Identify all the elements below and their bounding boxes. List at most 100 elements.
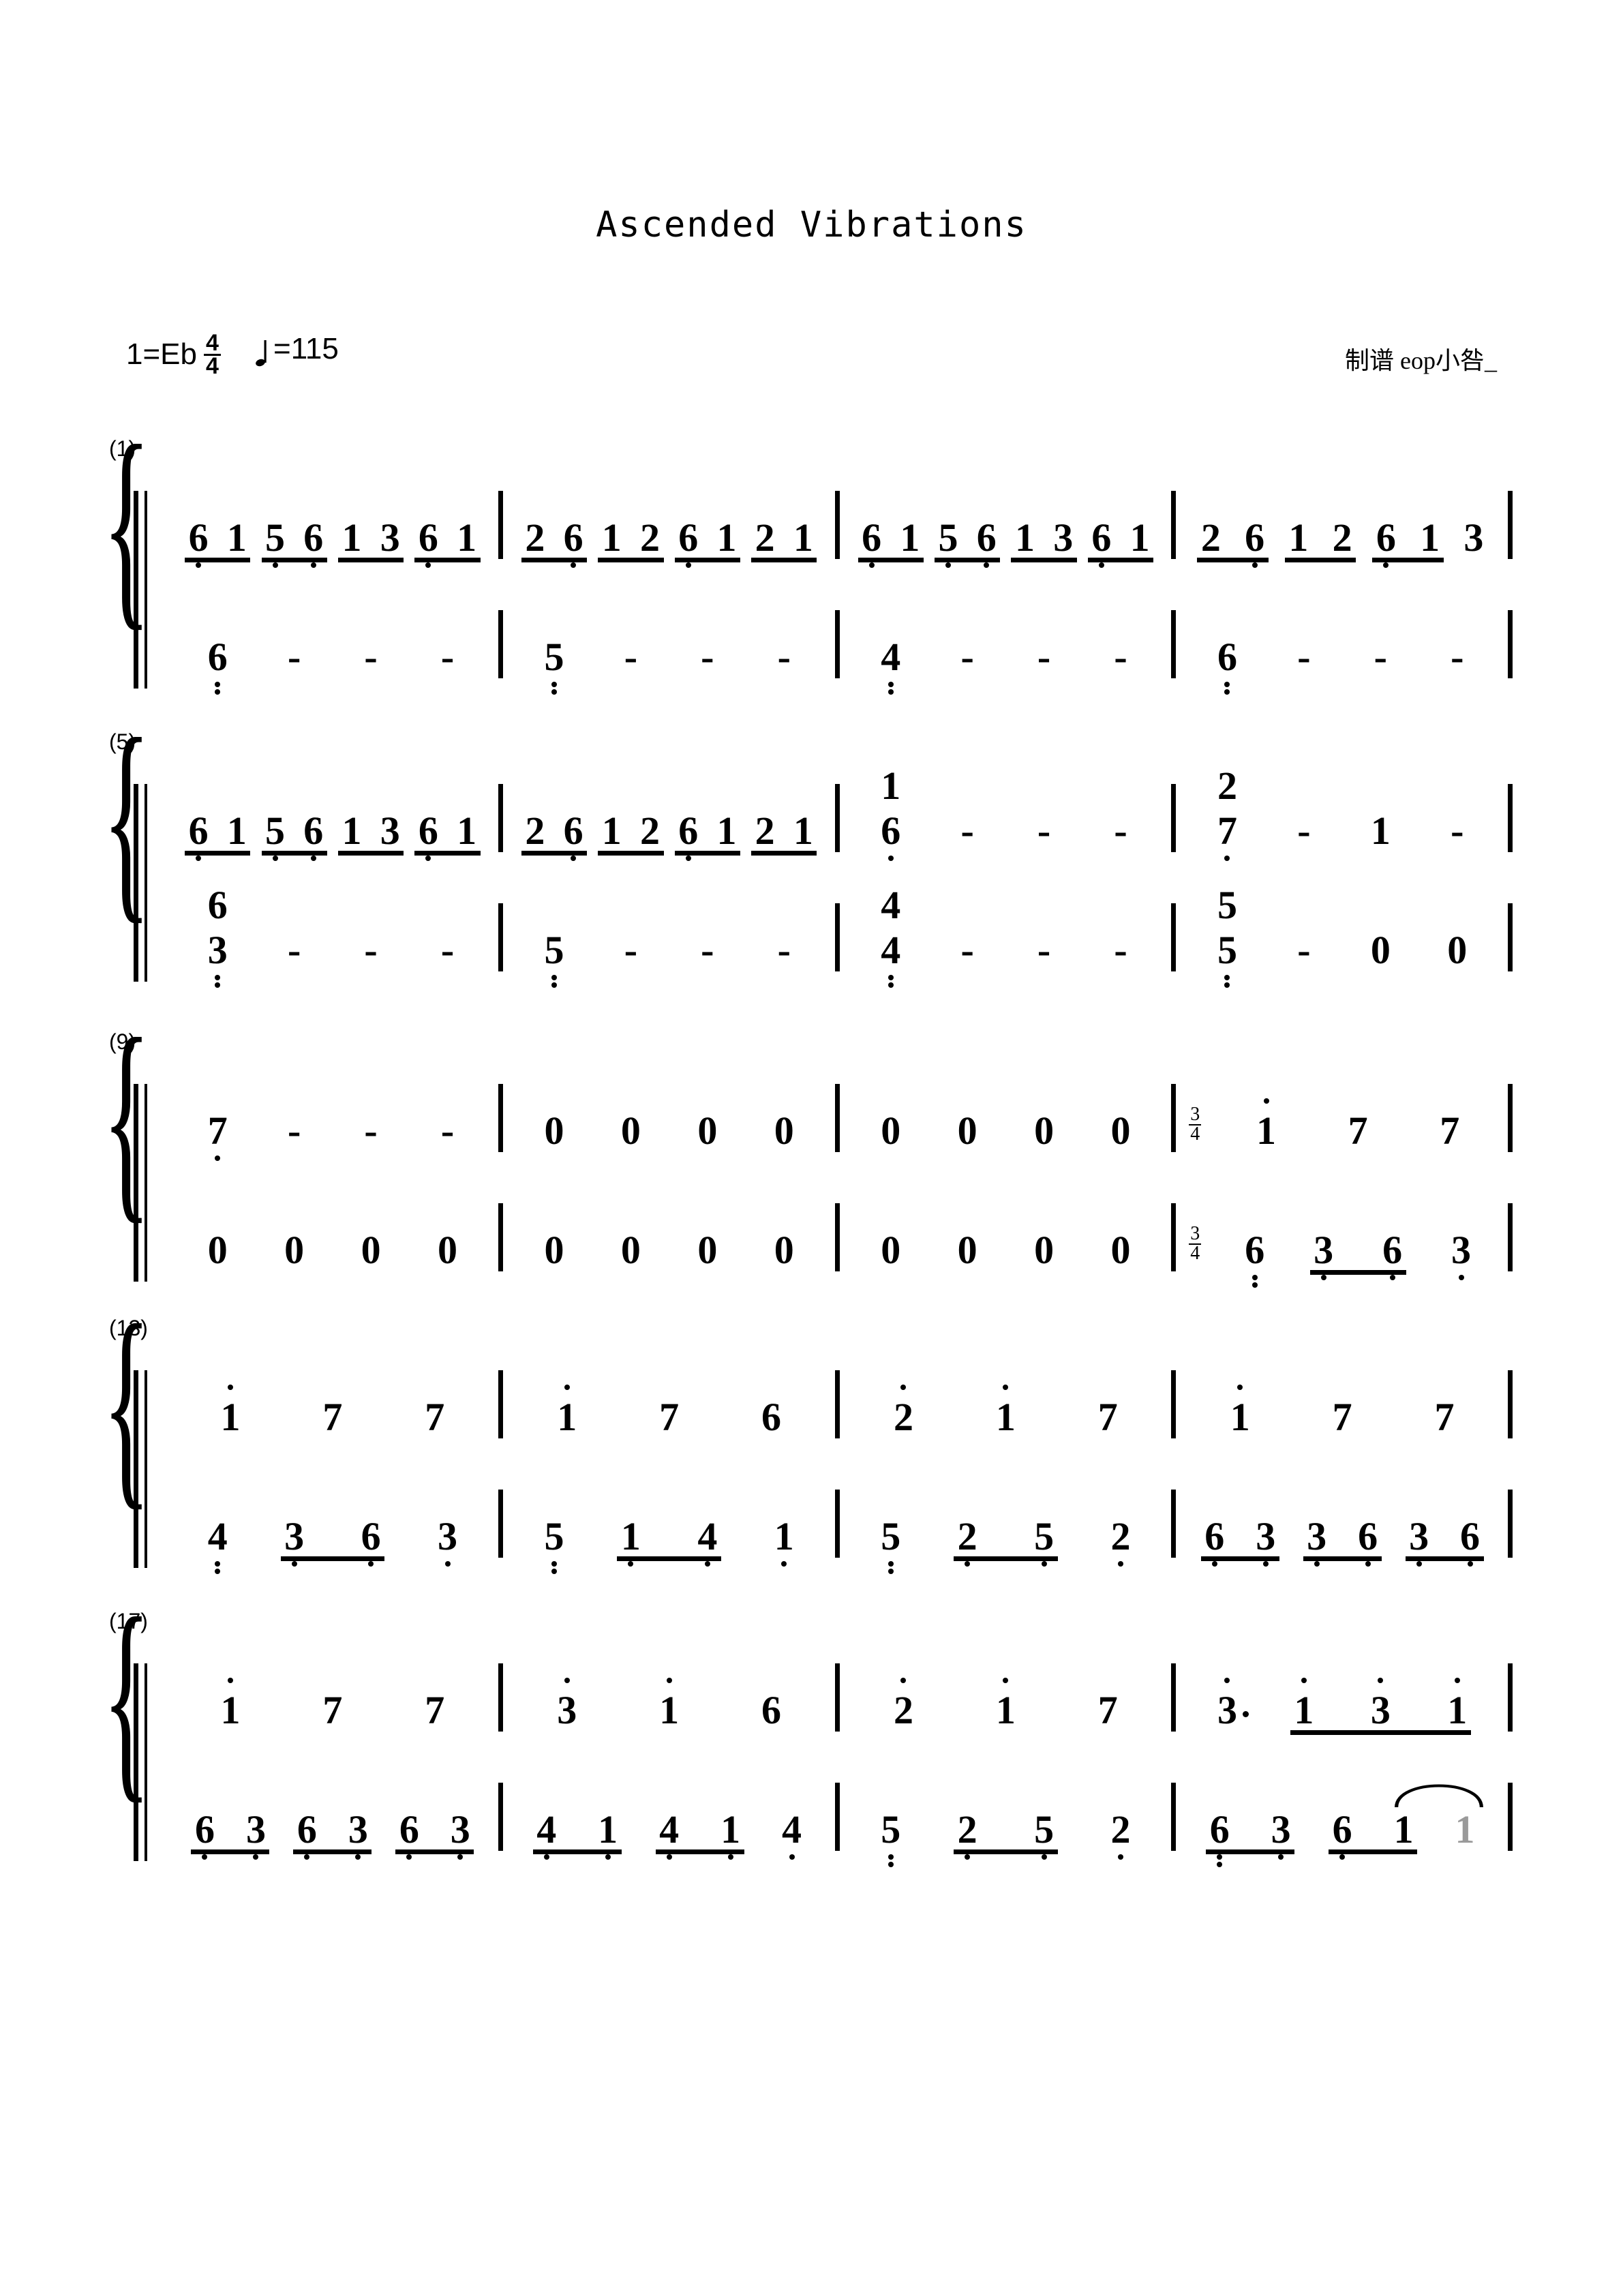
note-number: 2 — [893, 1688, 913, 1732]
dash-symbol: - — [960, 928, 974, 972]
barline — [1508, 1370, 1513, 1438]
note-number: 1 — [1294, 1688, 1314, 1732]
beam-line — [261, 851, 327, 856]
note-number: 6 — [1217, 635, 1237, 679]
note-number: 6 — [1204, 1514, 1225, 1558]
octave-up-dot — [1251, 1095, 1282, 1107]
note-number: 3 — [1307, 1514, 1327, 1558]
note-number: 6 — [678, 809, 699, 853]
beam-line — [1372, 558, 1444, 562]
chord-upper-note: 1 — [881, 764, 901, 808]
note-number: 7 — [1440, 1108, 1460, 1153]
barline — [498, 1203, 503, 1271]
dash-symbol: - — [364, 635, 378, 679]
note-number: 5 — [544, 928, 564, 972]
note-number: 6 — [1209, 1807, 1230, 1852]
start-barline-thin — [145, 1084, 147, 1282]
time-signature-change: 34 — [1189, 1105, 1202, 1143]
dash-symbol: - — [1037, 635, 1051, 679]
note-number: 1 — [598, 1807, 618, 1852]
dash-symbol: - — [960, 635, 974, 679]
note-number: 0 — [1447, 928, 1468, 972]
octave-down-dot — [1204, 1852, 1235, 1867]
octave-up-dot — [215, 1381, 246, 1393]
dash-symbol: - — [1037, 809, 1051, 853]
dash-symbol: - — [701, 635, 714, 679]
note-number: 7 — [1434, 1395, 1455, 1439]
note-number: 5 — [265, 809, 286, 853]
beam-line — [1309, 1270, 1406, 1275]
note-number: 1 — [1370, 809, 1391, 853]
octave-up-dot — [990, 1674, 1021, 1687]
beam-line — [337, 558, 404, 562]
dash-symbol: - — [364, 928, 378, 972]
dash-symbol: - — [1297, 809, 1311, 853]
barline — [1171, 784, 1177, 852]
note-number: 4 — [881, 635, 901, 679]
note-number: 4 — [536, 1807, 557, 1852]
beam-line — [1011, 558, 1077, 562]
note-number: 7 — [1217, 809, 1237, 853]
time-signature-change-numerator: 3 — [1189, 1223, 1202, 1245]
note-number: 0 — [881, 1228, 901, 1272]
octave-down-dot — [202, 973, 233, 988]
barline — [834, 1370, 840, 1438]
note-number: 6 — [1245, 515, 1265, 560]
note-number: 4 — [207, 1514, 228, 1558]
chord-upper-note: 6 — [207, 883, 228, 927]
note-number: 6 — [1091, 515, 1112, 560]
start-barline — [134, 1663, 138, 1861]
note-number: 5 — [1034, 1807, 1055, 1852]
note-number: 7 — [322, 1688, 343, 1732]
note-number: 3 — [557, 1688, 577, 1732]
beam-line — [598, 558, 664, 562]
note-number: 3 — [450, 1807, 470, 1852]
key-signature: 1=Eb 4 4 — [126, 331, 224, 380]
chord-upper-note: 5 — [1217, 883, 1237, 927]
note-number: 0 — [284, 1228, 305, 1272]
time-signature-denominator: 4 — [205, 353, 219, 380]
dash-symbol: - — [777, 928, 791, 972]
note-number: 2 — [1200, 515, 1221, 560]
note-number: 3 — [1053, 515, 1074, 560]
dash-symbol: - — [624, 635, 638, 679]
barline — [1508, 1084, 1513, 1152]
note-number: 6 — [418, 809, 438, 853]
note-number: 7 — [207, 1108, 228, 1153]
note-number: 3 — [1271, 1807, 1291, 1852]
dash-symbol: - — [364, 1108, 378, 1153]
beam-line — [521, 851, 588, 856]
dash-symbol: - — [1451, 635, 1464, 679]
chord-upper-note: 2 — [1217, 764, 1237, 808]
barline — [1171, 1663, 1177, 1732]
note-number: 0 — [1370, 928, 1391, 972]
note-number: 4 — [659, 1807, 680, 1852]
beam-line — [674, 851, 740, 856]
note-number: 3 — [1217, 1688, 1237, 1732]
note-number: 2 — [755, 809, 775, 853]
beam-line — [1303, 1556, 1382, 1561]
start-barline-thin — [145, 1663, 147, 1861]
barline — [1508, 1203, 1513, 1271]
note-number: 2 — [1332, 515, 1352, 560]
arranger-credit: 制谱 eop小咎_ — [1345, 347, 1497, 374]
quarter-note-icon — [256, 339, 271, 367]
barline — [834, 491, 840, 559]
start-barline — [134, 1370, 138, 1568]
note-number: 2 — [525, 809, 545, 853]
octave-up-dot — [1224, 1381, 1256, 1393]
octave-down-dot — [875, 680, 907, 695]
beam-line — [617, 1556, 721, 1561]
dash-symbol: - — [1297, 928, 1311, 972]
note-number: 6 — [1376, 515, 1396, 560]
barline — [834, 1663, 840, 1732]
note-number: 3 — [1256, 1514, 1276, 1558]
tempo-value: =115 — [273, 332, 339, 365]
note-number: 1 — [1455, 1807, 1475, 1852]
note-number: 3 — [207, 928, 228, 972]
note-number: 0 — [774, 1228, 794, 1272]
dash-symbol: - — [1297, 635, 1311, 679]
note-number: 1 — [1288, 515, 1309, 560]
beam-line — [1200, 1556, 1279, 1561]
note-number: 7 — [1348, 1108, 1368, 1153]
